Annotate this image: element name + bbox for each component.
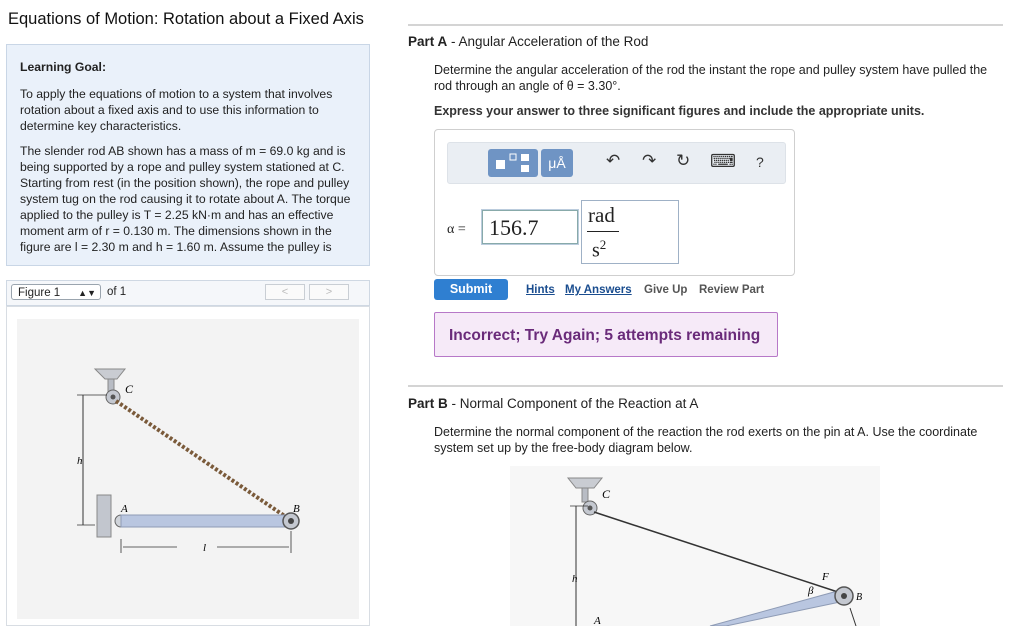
right-panel: Part A - Angular Acceleration of the Rod…	[400, 0, 1024, 627]
my-answers-link[interactable]: My Answers	[565, 284, 632, 296]
label-h: h	[77, 455, 83, 467]
reset-icon[interactable]: ↻	[676, 151, 690, 171]
next-figure-button[interactable]: >	[309, 284, 349, 300]
rope	[114, 399, 291, 521]
redo-icon[interactable]: ↷	[642, 151, 656, 171]
answer-value-input[interactable]: 156.7	[482, 210, 578, 244]
label-c: C	[602, 487, 611, 501]
label-h: h	[572, 573, 578, 585]
fraction-bar	[587, 231, 619, 232]
feedback-message: Incorrect; Try Again; 5 attempts remaini…	[434, 312, 778, 357]
rod	[120, 514, 290, 528]
figure-count: of 1	[107, 286, 127, 298]
templates-button[interactable]	[488, 149, 538, 177]
label-a: A	[593, 615, 601, 626]
problem-statement: The slender rod AB shown has a mass of m…	[20, 144, 351, 254]
figure-image[interactable]: C A B h l	[17, 319, 359, 619]
submit-button[interactable]: Submit	[434, 279, 508, 300]
ceiling-mount-icon	[93, 368, 127, 405]
keyboard-icon[interactable]: ⌨	[710, 151, 736, 172]
answer-variable: α =	[447, 222, 466, 237]
give-up-link[interactable]: Give Up	[644, 284, 687, 296]
prev-figure-button[interactable]: <	[265, 284, 305, 300]
label-c: C	[125, 382, 134, 396]
figure-nav-bar: Figure 1 ▲▼ of 1 < >	[6, 280, 370, 306]
help-icon[interactable]: ?	[756, 154, 764, 170]
learning-goal-box[interactable]: Learning Goal: To apply the equations of…	[6, 44, 370, 266]
review-part-link[interactable]: Review Part	[699, 284, 764, 296]
free-body-diagram: C h F β B A	[510, 466, 880, 627]
units-button[interactable]: μÅ	[541, 149, 573, 177]
part-a-question: Determine the angular acceleration of th…	[434, 63, 988, 93]
learning-goal-text: To apply the equations of motion to a sy…	[20, 87, 333, 133]
figure-select[interactable]: Figure 1 ▲▼	[11, 284, 101, 300]
part-b-question: Determine the normal component of the re…	[434, 425, 978, 455]
hints-link[interactable]: Hints	[526, 284, 555, 296]
learning-goal-heading: Learning Goal:	[20, 60, 106, 74]
label-l: l	[203, 542, 206, 554]
label-a: A	[120, 503, 128, 515]
label-beta: β	[807, 585, 814, 597]
undo-icon[interactable]: ↶	[606, 151, 620, 171]
divider	[408, 24, 1003, 26]
unit-numerator: rad	[588, 203, 615, 227]
part-a-instruction: Express your answer to three significant…	[434, 104, 925, 118]
unit-denominator: s2	[592, 237, 607, 262]
updown-icon: ▲▼	[78, 288, 96, 298]
figure-area: C A B h l	[6, 306, 370, 626]
part-a-heading[interactable]: Part A - Angular Acceleration of the Rod	[408, 34, 648, 49]
answer-box: μÅ ↶ ↷ ↻ ⌨ ? α = 156.7 rad s2	[434, 129, 795, 276]
page-title: Equations of Motion: Rotation about a Fi…	[8, 10, 364, 28]
divider	[408, 385, 1003, 387]
left-panel: Equations of Motion: Rotation about a Fi…	[0, 0, 382, 626]
label-b: B	[293, 503, 300, 515]
answer-unit-input[interactable]: rad s2	[581, 200, 679, 264]
part-b-heading[interactable]: Part B - Normal Component of the Reactio…	[408, 396, 698, 411]
label-b: B	[856, 592, 862, 603]
label-f: F	[821, 571, 829, 583]
equation-toolbar: μÅ ↶ ↷ ↻ ⌨ ?	[447, 142, 786, 184]
